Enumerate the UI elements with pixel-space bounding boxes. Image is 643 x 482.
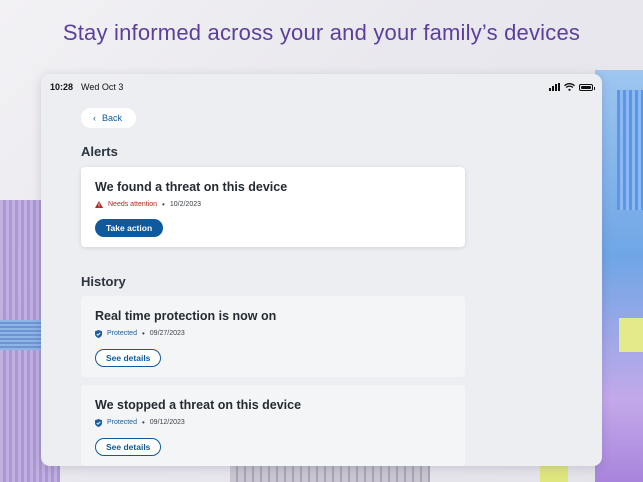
see-details-button[interactable]: See details: [95, 438, 162, 456]
separator-dot: •: [141, 329, 145, 338]
chevron-left-icon: ‹: [93, 113, 96, 123]
take-action-button[interactable]: Take action: [95, 219, 164, 237]
alert-card-meta: Needs attention • 10/2/2023: [95, 200, 451, 209]
background-art-bottom-block: [540, 464, 568, 482]
warning-icon: [95, 201, 103, 208]
status-icons: [549, 83, 595, 91]
history-date: 09/12/2023: [149, 419, 185, 426]
cellular-signal-icon: [549, 83, 560, 91]
alert-card: We found a threat on this device Needs a…: [81, 167, 465, 247]
wifi-icon: [564, 83, 575, 91]
history-card: Real time protection is now on Protected…: [81, 296, 465, 377]
shield-icon: [95, 418, 102, 427]
see-details-button[interactable]: See details: [95, 349, 162, 367]
history-section-title: History: [81, 274, 126, 289]
back-button[interactable]: ‹ Back: [81, 108, 136, 128]
history-card: We stopped a threat on this device Prote…: [81, 385, 465, 466]
alerts-section-title: Alerts: [81, 144, 118, 159]
separator-dot: •: [162, 200, 165, 209]
background-art-right-stripe: [617, 90, 643, 210]
history-card-title: We stopped a threat on this device: [95, 398, 302, 412]
promo-headline: Stay informed across your and your famil…: [62, 20, 581, 45]
history-card-meta: Protected • 09/12/2023: [95, 418, 451, 427]
device-frame: 10:28 Wed Oct 3 ‹ Back Alerts We found a…: [41, 74, 602, 466]
alert-date: 10/2/2023: [169, 201, 202, 208]
history-date: 09/27/2023: [149, 330, 185, 337]
status-badge: Protected: [107, 330, 137, 337]
status-badge: Needs attention: [108, 201, 158, 208]
history-card-title: Real time protection is now on: [95, 309, 277, 323]
alert-card-title: We found a threat on this device: [95, 180, 288, 194]
shield-icon: [95, 329, 102, 338]
history-card-meta: Protected • 09/27/2023: [95, 329, 451, 338]
back-button-label: Back: [102, 113, 123, 123]
battery-icon: [579, 83, 595, 91]
status-time: 10:28: [50, 82, 74, 92]
background-art-right-block: [619, 318, 643, 352]
status-badge: Protected: [107, 419, 137, 426]
separator-dot: •: [141, 418, 145, 427]
status-date: Wed Oct 3: [81, 82, 124, 92]
status-bar: 10:28 Wed Oct 3: [41, 74, 602, 100]
